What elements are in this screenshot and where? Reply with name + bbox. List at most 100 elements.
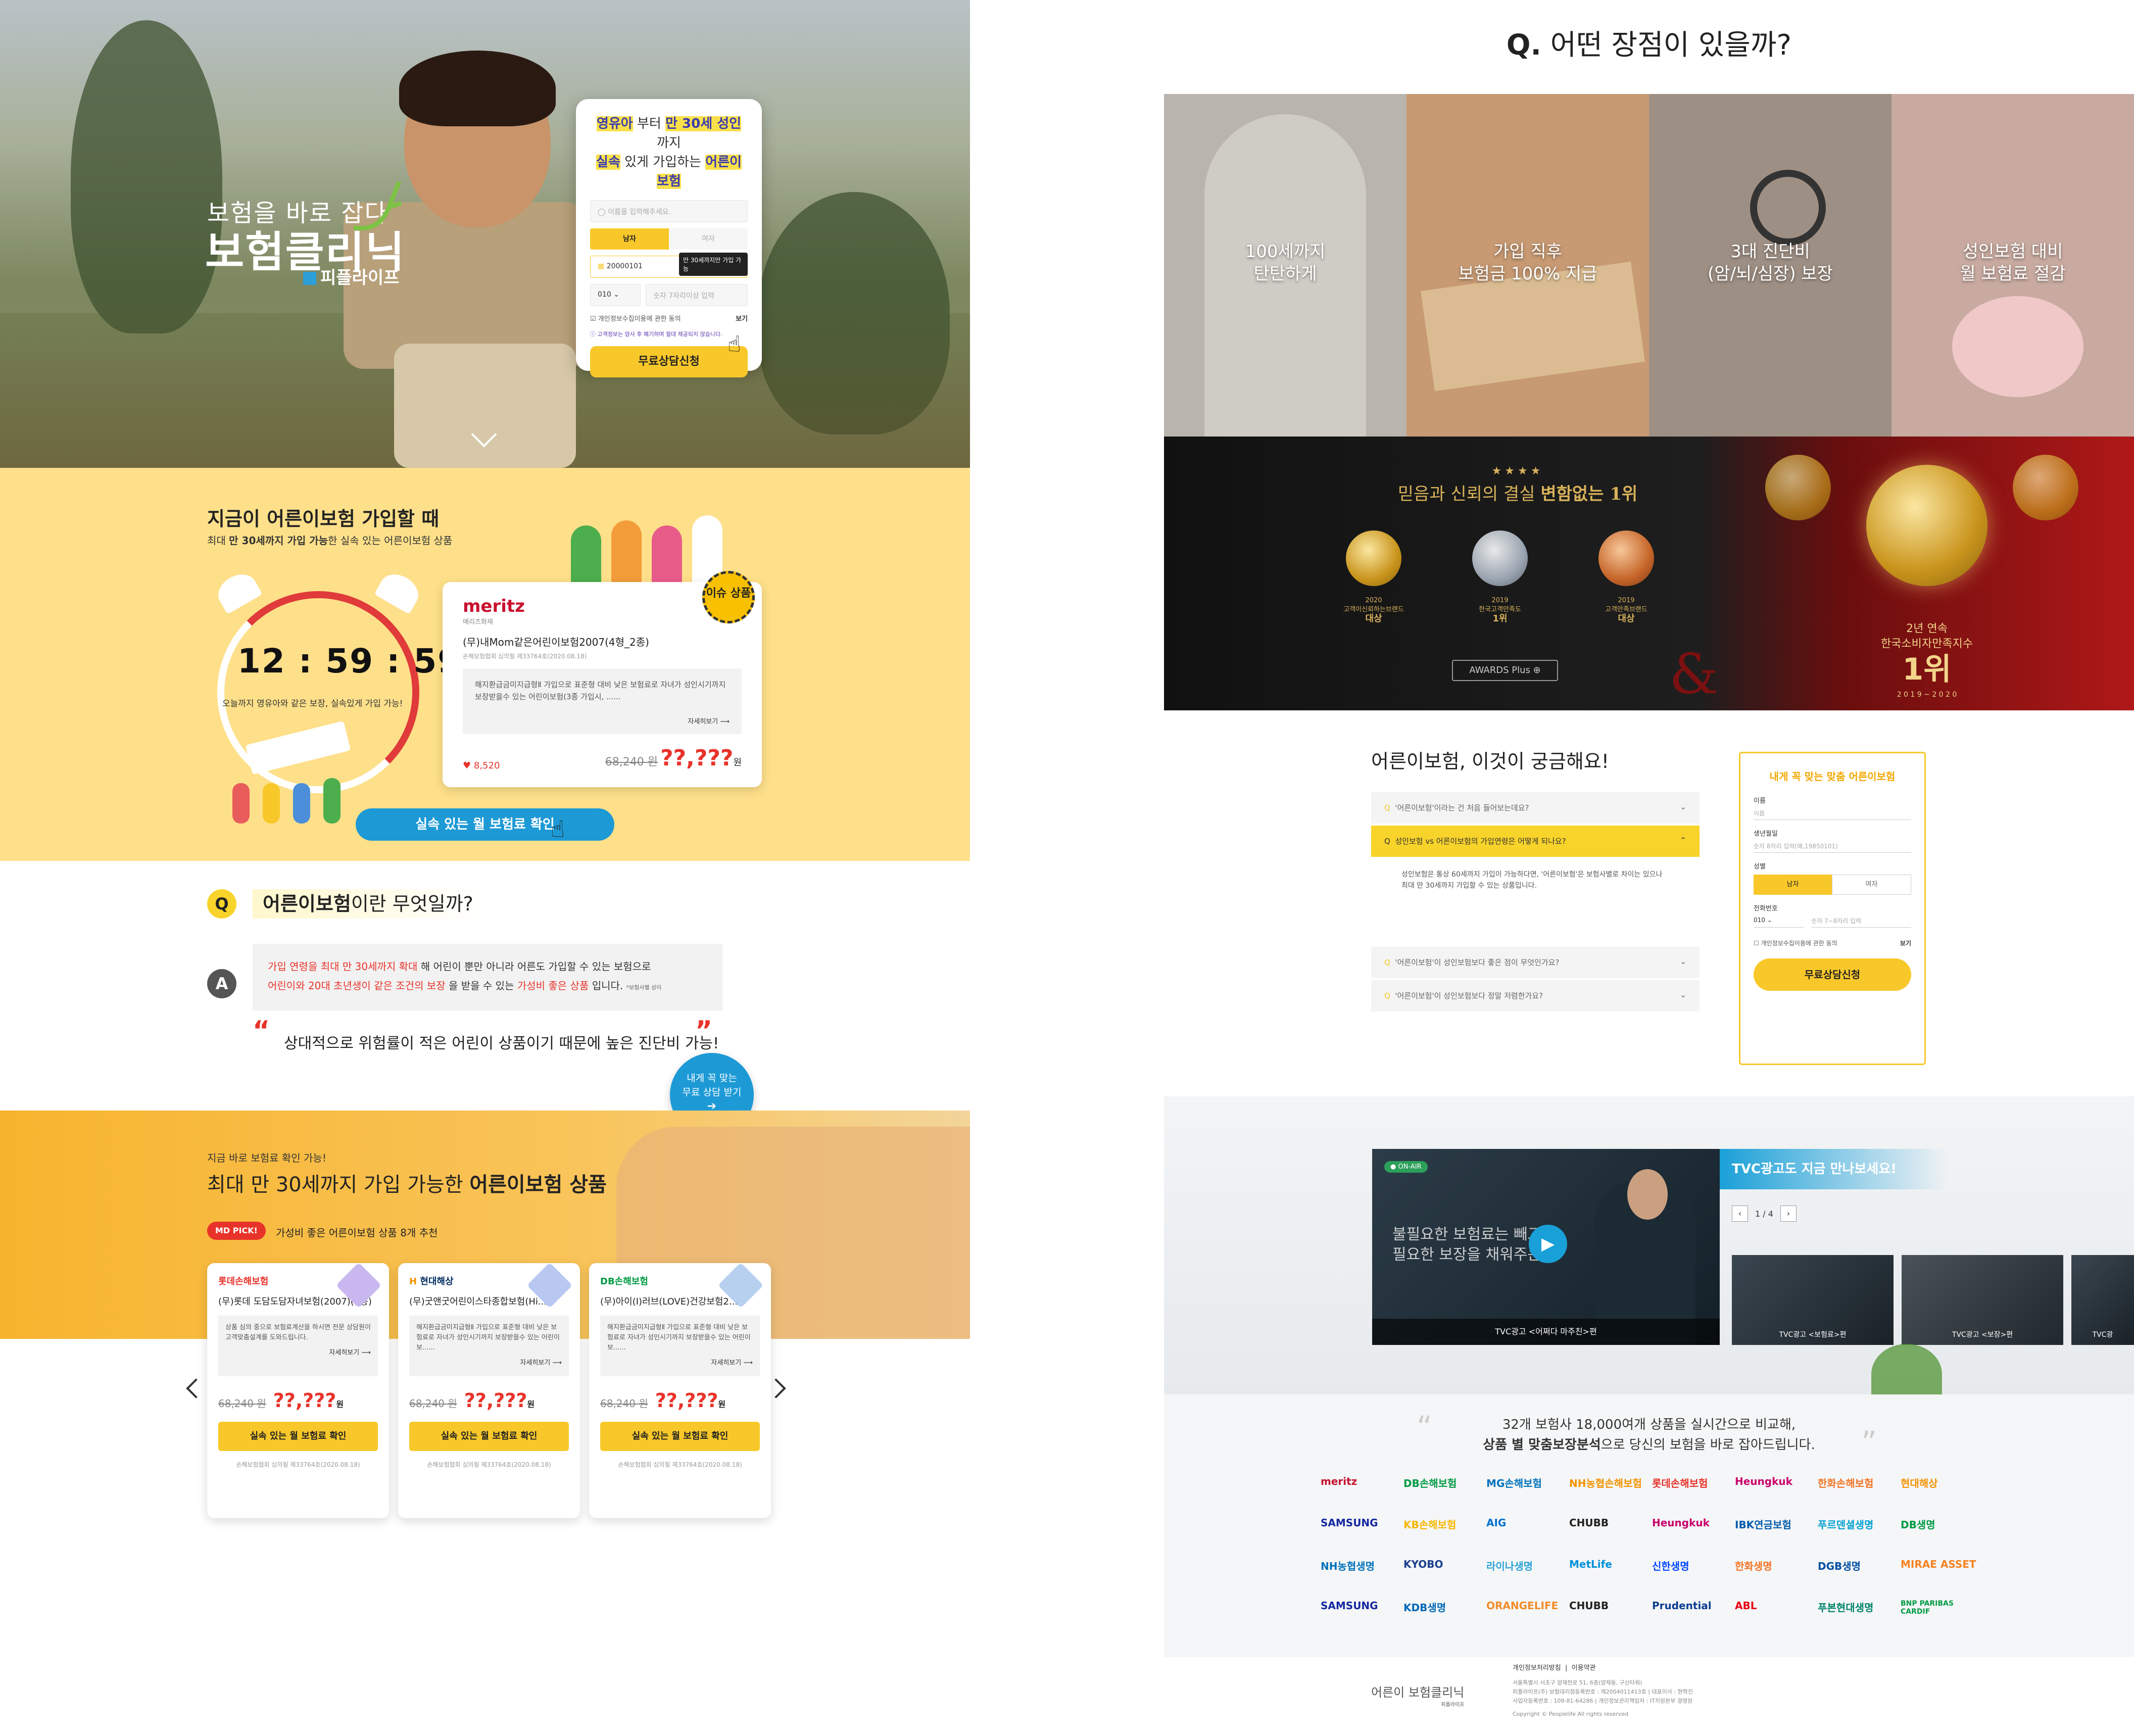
more-label: 자세히보기	[688, 718, 718, 726]
on-air-badge: ● ON-AIR	[1384, 1161, 1428, 1173]
gender-female-button[interactable]: 여자	[669, 228, 748, 250]
check-premium-button[interactable]: 실속 있는 월 보험료 확인	[356, 808, 614, 841]
product-more-link[interactable]: 자세히보기 ⟶	[607, 1358, 753, 1368]
side-consent-view[interactable]: 보기	[1900, 939, 1911, 947]
insurer-logo: DB생명	[1901, 1519, 1935, 1531]
info-icon: ⓘ	[590, 331, 598, 337]
faq-title: 어른이보험, 이것이 궁금해요!	[1371, 750, 1609, 773]
faq-q-mark: Q	[1384, 837, 1390, 846]
price-unit: 원	[336, 1400, 344, 1409]
award-medal-1	[1346, 531, 1401, 586]
tvc-thumb-3[interactable]: TVC광	[2071, 1255, 2134, 1345]
product-name: (무)내Mom같은어린이보험2007(4형_2종)	[463, 636, 649, 648]
tvc-thumb-2[interactable]: TVC광고 <보장>편	[1902, 1255, 2063, 1345]
stethoscope-image	[1750, 170, 1826, 246]
insurer-logo: MIRAE ASSET	[1901, 1558, 1976, 1570]
chevron-down-icon: ⌄	[613, 291, 619, 299]
faq-item-2[interactable]: Q 성인보험 vs 어른이보험의 가입연령은 어떻게 되나요? ⌃	[1371, 826, 1700, 857]
new-price: ??,???	[655, 1389, 718, 1412]
award-caption-2: 2019 한국고객만족도 1위	[1452, 596, 1548, 623]
partners-intro: 32개 보험사 18,000여개 상품을 실시간으로 비교해, 상품 별 맞춤보…	[1164, 1415, 2134, 1455]
faq-item-4[interactable]: Q '어른이보험'이 성인보험보다 정말 저렴한가요? ⌄	[1371, 980, 1700, 1011]
piggy-bank-image	[1952, 296, 2083, 397]
faq-item-1[interactable]: Q '어른이보험'이라는 건 처음 들어보는데요? ⌄	[1371, 792, 1700, 824]
footer-info: 서울특별시 서초구 양재천로 51, 6층(양재동, 구산타워) 피플라이프(주…	[1513, 1678, 1693, 1719]
phone-label: 전화번호	[1754, 905, 1778, 912]
product-card-3[interactable]: DB손해보험 (무)아이(I)러브(LOVE)건강보험2... 해지환급금미지급…	[589, 1262, 771, 1518]
side-phone-prefix[interactable]: 010 ⌄	[1754, 912, 1804, 928]
subtitle-text: 한 실속 있는 어른이보험 상품	[328, 535, 453, 547]
insurer-logo: DB손해보험	[1403, 1477, 1457, 1489]
privacy-link[interactable]: 개인정보처리방침	[1513, 1664, 1561, 1672]
like-count[interactable]: ♥ 8,520	[463, 760, 500, 771]
plus-circle-icon: ⊕	[1533, 665, 1541, 676]
product-cta-button[interactable]: 실속 있는 월 보험료 확인	[600, 1422, 760, 1451]
side-name-input[interactable]: 이름	[1754, 805, 1911, 820]
side-phone-input[interactable]: 숫자 7~8자리 입력	[1811, 912, 1911, 928]
insurer-logo: SAMSUNG	[1321, 1517, 1378, 1529]
tvc-thumb-1[interactable]: TVC광고 <보험료>편	[1732, 1255, 1894, 1345]
insurer-logo: KB손해보험	[1403, 1519, 1457, 1531]
phone-prefix-select[interactable]: 010 ⌄	[590, 284, 641, 306]
product-card-2[interactable]: H 현대해상 (무)굿앤굿어린이스타종합보험(Hi... 해지환급금미지급형Ⅱ …	[398, 1262, 580, 1518]
question-mark-icon: Q	[207, 889, 236, 919]
consent-row: ☑ 개인정보수집이용에 관한 동의 보기	[590, 313, 748, 323]
insurer-logo: KYOBO	[1403, 1558, 1443, 1570]
answer-text: 을 받을 수 있는	[445, 980, 517, 992]
phone-input[interactable]: 숫자 7자리이상 입력	[646, 284, 748, 306]
float-line-1: 내게 꼭 맞는	[687, 1073, 737, 1084]
play-icon[interactable]: ▶	[1529, 1225, 1567, 1263]
new-price: ??,???	[464, 1389, 527, 1412]
benefit-label: 가입 직후 보험금 100% 지급	[1406, 240, 1649, 285]
right-landing-column: Q. 어떤 장점이 있을까? 100세까지 탄탄하게 가입 직후 보험금 100% …	[1164, 0, 2134, 1736]
big-award-line-2: 한국소비자만족지수	[1880, 638, 1973, 650]
big-medal-left	[1765, 455, 1831, 520]
insurer-logo: DGB생명	[1818, 1560, 1861, 1572]
cursor-hand-icon: ☝	[551, 815, 565, 843]
benefit-panel-1: 100세까지 탄탄하게	[1164, 94, 1406, 437]
tvc-video-player[interactable]: ● ON-AIR 불필요한 보험료는 빼고 필요한 보장을 채워주는 ▶ TVC광…	[1372, 1149, 1720, 1345]
insurer-logo: 한화생명	[1735, 1560, 1772, 1572]
side-form-title-text: 내게 꼭 맞는	[1769, 770, 1827, 783]
hero-submit-button[interactable]: 무료상담신청	[590, 346, 748, 377]
tvc-next-icon[interactable]: ›	[1780, 1205, 1797, 1222]
answer-mark-icon: A	[207, 969, 236, 998]
hero-adult-arms-image	[394, 344, 576, 468]
benefit-panel-2: 가입 직후 보험금 100% 지급	[1406, 94, 1649, 437]
brand-mark-icon	[303, 272, 316, 285]
birth-row: ▦ 20000101 만 30세까지만 가입 가능	[590, 253, 748, 278]
side-birth-input[interactable]: 숫자 8자리 입력(예,19850101)	[1754, 838, 1911, 853]
insurer-logo: IBK연금보험	[1735, 1519, 1791, 1531]
product-more-link[interactable]: 자세히보기 ⟶	[688, 716, 730, 728]
side-gender-male[interactable]: 남자	[1754, 875, 1832, 895]
awards-headline: 믿음과 신뢰의 결실 변함없는 1위	[1331, 480, 1705, 505]
tvc-pager: ‹ 1 / 4 ›	[1732, 1205, 1797, 1222]
question-bold: 어른이보험	[263, 893, 351, 915]
name-input[interactable]: ◯ 이름을 입력해주세요.	[590, 200, 748, 222]
gender-male-button[interactable]: 남자	[590, 228, 669, 250]
hero-child-hair	[399, 51, 556, 126]
chevron-down-icon: ⌄	[1680, 990, 1686, 999]
product-more-link[interactable]: 자세히보기 ⟶	[225, 1348, 371, 1358]
faq-answer: 성인보험은 통상 60세까지 가입이 가능하다면, '어른이보험'은 보험사별로…	[1401, 871, 1663, 890]
quote-close-icon: ”	[1861, 1425, 1877, 1460]
product-card-1[interactable]: 롯데손해보험 (무)롯데 도담도담자녀보험(2007)(9종) 상품 심의 중으…	[207, 1262, 389, 1518]
product-more-link[interactable]: 자세히보기 ⟶	[416, 1358, 562, 1368]
more-label: 자세히보기	[711, 1359, 742, 1367]
faq-item-3[interactable]: Q '어른이보험'이 성인보험보다 좋은 점이 무엇인가요? ⌄	[1371, 947, 1700, 978]
product-cta-button[interactable]: 실속 있는 월 보험료 확인	[409, 1422, 569, 1451]
product-brand-logo: meritz	[463, 596, 525, 616]
product-cta-button[interactable]: 실속 있는 월 보험료 확인	[218, 1422, 378, 1451]
awards-plus-button[interactable]: AWARDS Plus ⊕	[1452, 660, 1558, 681]
side-gender-female[interactable]: 여자	[1832, 875, 1911, 895]
consent-checkbox[interactable]: ☑ 개인정보수집이용에 관한 동의	[590, 313, 681, 323]
side-submit-button[interactable]: 무료상담신청	[1754, 958, 1911, 991]
tvc-prev-icon[interactable]: ‹	[1732, 1205, 1748, 1222]
ampersand-mark: &	[1669, 642, 1719, 706]
side-phone-row: 010 ⌄ 숫자 7~8자리 입력	[1754, 912, 1911, 928]
terms-link[interactable]: 이용약관	[1572, 1664, 1596, 1672]
side-consent-checkbox[interactable]: ☐ 개인정보수집이용에 관한 동의	[1754, 939, 1837, 947]
consent-view-link[interactable]: 보기	[736, 313, 748, 323]
title-bold: 어른이보험 상품	[469, 1173, 607, 1196]
gender-toggle: 남자 여자	[590, 228, 748, 250]
